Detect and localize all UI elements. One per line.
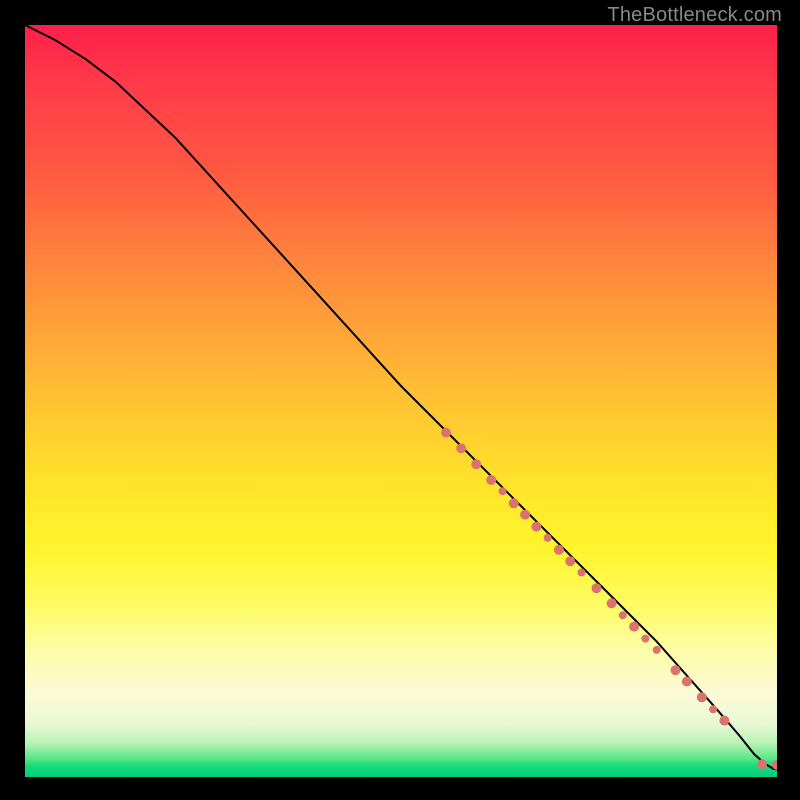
data-point (544, 534, 552, 542)
data-point (471, 459, 481, 469)
data-point (554, 545, 564, 555)
data-point (607, 598, 617, 608)
data-point (456, 443, 466, 453)
chart-frame: TheBottleneck.com (0, 0, 800, 800)
data-point (565, 556, 575, 566)
data-point (671, 665, 681, 675)
data-point (757, 759, 767, 769)
watermark-text: TheBottleneck.com (607, 4, 782, 27)
data-point (653, 646, 661, 654)
data-point (719, 716, 729, 726)
chart-svg (25, 25, 777, 777)
data-point (486, 475, 496, 485)
data-point (592, 583, 602, 593)
plot-area (25, 25, 777, 777)
bottleneck-curve (25, 25, 777, 770)
data-point (531, 522, 541, 532)
data-point (578, 569, 586, 577)
data-point (682, 677, 692, 687)
data-point (629, 622, 639, 632)
data-point (619, 611, 627, 619)
data-point (509, 498, 519, 508)
data-points-group (441, 428, 777, 770)
data-point (520, 510, 530, 520)
data-point (697, 692, 707, 702)
data-point (441, 428, 451, 438)
data-point (499, 487, 507, 495)
data-point (641, 635, 649, 643)
data-point (709, 705, 717, 713)
